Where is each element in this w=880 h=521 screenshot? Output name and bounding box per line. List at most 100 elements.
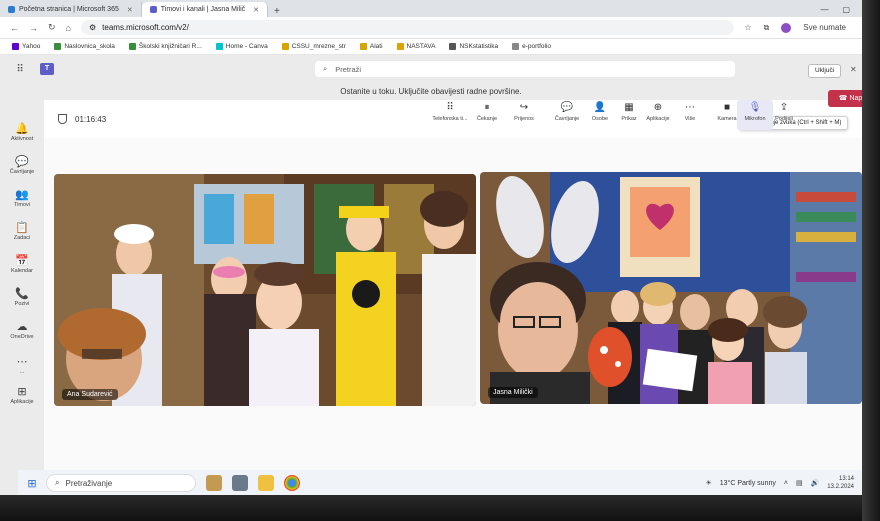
minimize-icon[interactable]: —: [820, 5, 828, 14]
bookmark-label: e-portfolio: [522, 43, 551, 50]
clock-time: 13:14: [838, 476, 854, 482]
bookmarks-bar: Yahoo Naslovnica_skola Školski knjižničari…: [0, 39, 862, 55]
rail-item[interactable]: 📋 Zadaci: [0, 221, 44, 241]
bookmark-item[interactable]: NSKstatistika: [449, 43, 498, 50]
home-icon[interactable]: ⌂: [66, 23, 71, 33]
app-launcher-icon[interactable]: ⠿: [0, 64, 40, 75]
forward-icon[interactable]: →: [29, 23, 38, 33]
chevron-up-icon[interactable]: ˄: [784, 480, 788, 487]
profile-avatar[interactable]: [781, 22, 792, 33]
task-view-icon[interactable]: [206, 475, 222, 491]
rail-item[interactable]: ⊞ Aplikacije: [0, 385, 44, 405]
bookmark-item[interactable]: Yahoo: [12, 43, 40, 50]
toolbar-label: Kamera: [717, 116, 737, 122]
url-field[interactable]: ⚙ teams.microsoft.com/v2/: [80, 20, 735, 35]
rail-item[interactable]: 📞 Pozivi: [0, 287, 44, 307]
calendar-icon: 📅: [15, 255, 29, 267]
toolbar-button[interactable]: ⏸ Čekanje: [469, 100, 505, 130]
site-info-icon[interactable]: ⚙: [89, 23, 96, 32]
rail-item[interactable]: 📅 Kalendar: [0, 254, 44, 274]
toolbar-label: Telefonska ti...: [432, 116, 468, 122]
windows-taskbar: ⊞ ⌕ Pretraživanje ☀ 13°C Partly sunny ˄ …: [18, 470, 862, 496]
close-icon[interactable]: ✕: [850, 65, 857, 74]
bookmark-item[interactable]: Home - Canva: [215, 43, 268, 50]
search-icon: ⌕: [55, 478, 60, 487]
tab-title: Početna stranica | Microsoft 365: [19, 6, 119, 13]
extensions-icon[interactable]: ⧉: [764, 23, 770, 33]
toolbar-label: Čavrljanje: [554, 116, 580, 122]
video-feed: [54, 174, 476, 406]
laptop-screen: Početna stranica | Microsoft 365 ✕ Timov…: [0, 0, 880, 505]
rail-item[interactable]: 🔔 Aktivnost: [0, 122, 44, 142]
close-icon[interactable]: ✕: [253, 6, 259, 14]
rail-item[interactable]: ⋯...: [0, 355, 44, 375]
back-icon[interactable]: ←: [10, 23, 19, 33]
notification-banner: Ostanite u toku. Uključite obavijesti ra…: [0, 83, 862, 100]
toolbar-label: Podijeli: [775, 116, 793, 122]
video-feed: [480, 172, 862, 404]
toolbar-button[interactable]: ⇪ Podijeli: [766, 100, 802, 130]
chrome-icon[interactable]: [284, 475, 300, 491]
windows-start-icon[interactable]: ⊞: [18, 477, 46, 490]
file-explorer-icon[interactable]: [258, 475, 274, 491]
profile-label[interactable]: Sve numate: [803, 23, 846, 32]
clock[interactable]: 13:14 13.2.2024: [827, 475, 854, 491]
bookmark-icon: [12, 43, 19, 50]
bookmark-icon: [54, 43, 62, 50]
rail-label: Kalendar: [10, 268, 34, 274]
bookmark-item[interactable]: Alati: [359, 43, 383, 50]
rail-label: Pozivi: [14, 301, 30, 307]
browser-tab-strip: Početna stranica | Microsoft 365 ✕ Timov…: [0, 0, 862, 17]
bookmark-item[interactable]: Naslovnica_skola: [54, 43, 115, 50]
toolbar-label: Čekanje: [476, 116, 498, 122]
rail-item[interactable]: ☁ OneDrive: [0, 320, 44, 340]
browser-tab-m365[interactable]: Početna stranica | Microsoft 365 ✕: [0, 2, 142, 17]
close-icon[interactable]: ✕: [127, 6, 133, 14]
weather-icon[interactable]: ☀: [705, 479, 711, 487]
bookmark-item[interactable]: CSSU_mrezne_str: [281, 43, 346, 50]
bookmark-label: Home - Canva: [225, 43, 268, 50]
toolbar-button[interactable]: 💬 Čavrljanje: [549, 100, 585, 130]
toolbar-label: Aplikacije: [646, 116, 670, 122]
bell-icon: 🔔: [15, 123, 29, 135]
rail-label: Aplikacije: [10, 399, 34, 405]
search-input[interactable]: ⌕ Pretraži: [315, 61, 735, 77]
video-tile-ana[interactable]: Ana Sudarević: [54, 174, 476, 406]
bookmark-label: NSKstatistika: [459, 43, 499, 50]
widgets-icon[interactable]: [232, 475, 248, 491]
laptop-bezel-side: [862, 0, 880, 521]
video-tile-jasna[interactable]: Jasna Milički: [480, 172, 862, 404]
url-text: teams.microsoft.com/v2/: [102, 23, 189, 32]
system-tray: ☀ 13°C Partly sunny ˄ ▤ 🔊 13:14 13.2.202…: [705, 475, 862, 491]
star-icon[interactable]: ☆: [744, 23, 751, 32]
bookmark-item[interactable]: NASTAVA: [396, 43, 435, 50]
bookmark-item[interactable]: e-portfolio: [512, 43, 551, 50]
browser-tab-teams[interactable]: Timovi i kanali | Jasna Milič ✕: [141, 2, 269, 17]
enable-button[interactable]: Uključi: [808, 64, 842, 78]
volume-icon[interactable]: 🔊: [811, 479, 820, 487]
rail-item[interactable]: 👥 Timovi: [0, 188, 44, 208]
new-tab-button[interactable]: +: [268, 6, 286, 17]
rail-label: Timovi: [14, 202, 30, 208]
toolbar-button[interactable]: ⠿ Telefonska ti...: [432, 100, 468, 130]
meeting-toolbar: 01:16:43 ☎ Napusti Isključivanje zvuka (…: [44, 90, 880, 138]
toolbar-button[interactable]: ⋯ Više: [672, 100, 708, 130]
toolbar-button[interactable]: ⊕ Aplikacije: [640, 100, 676, 130]
transfer-icon: ↪: [519, 102, 529, 113]
toolbar-button[interactable]: ↪ Prijenos: [506, 100, 542, 130]
timer-text: 01:16:43: [75, 114, 107, 124]
network-icon[interactable]: ▤: [796, 479, 803, 487]
teams-header: ⠿ T ⌕ Pretraži Uključi ✕: [0, 55, 862, 83]
bookmark-item[interactable]: Školski knjižničari R...: [128, 43, 202, 50]
share-icon: ⇪: [779, 102, 789, 113]
taskbar-search-input[interactable]: ⌕ Pretraživanje: [46, 474, 196, 492]
weather-text[interactable]: 13°C Partly sunny: [720, 480, 776, 487]
reload-icon[interactable]: ↻: [48, 22, 56, 33]
clock-date: 13.2.2024: [827, 484, 854, 490]
meeting-stage: 01:16:43 ☎ Napusti Isključivanje zvuka (…: [44, 90, 880, 495]
hold-icon: ⏸: [484, 102, 490, 113]
bookmark-label: Yahoo: [22, 43, 41, 50]
maximize-icon[interactable]: ▢: [842, 5, 850, 14]
bookmark-icon: [128, 43, 136, 50]
rail-item[interactable]: 💬 Čavrljanje: [0, 155, 44, 175]
